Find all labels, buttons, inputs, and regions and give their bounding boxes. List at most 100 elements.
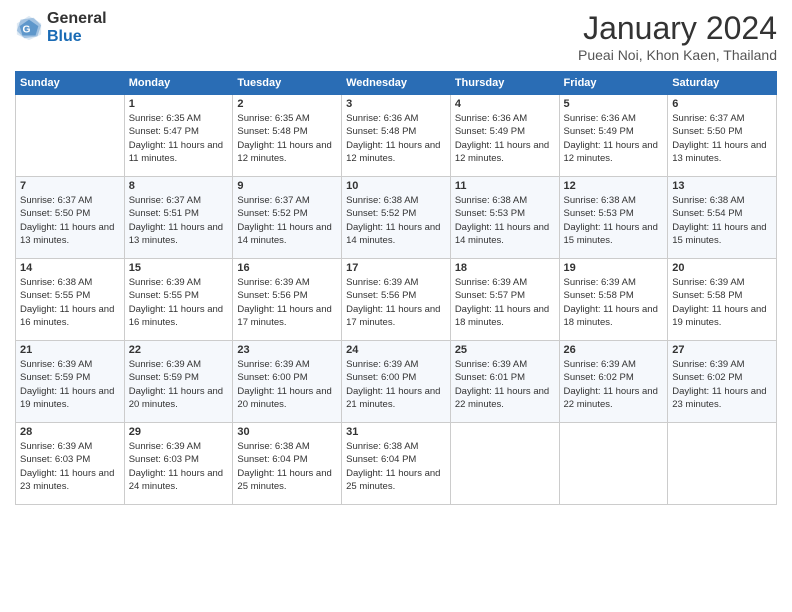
day-info: Sunrise: 6:39 AMSunset: 6:03 PMDaylight:…	[129, 440, 229, 493]
day-info: Sunrise: 6:37 AMSunset: 5:51 PMDaylight:…	[129, 194, 229, 247]
calendar-cell: 5 Sunrise: 6:36 AMSunset: 5:49 PMDaylight…	[559, 95, 668, 177]
day-number: 25	[455, 344, 555, 356]
logo-general: General	[47, 10, 107, 28]
day-number: 2	[237, 98, 337, 110]
calendar-cell: 2 Sunrise: 6:35 AMSunset: 5:48 PMDaylight…	[233, 95, 342, 177]
weekday-header: Sunday	[16, 72, 125, 95]
weekday-header: Tuesday	[233, 72, 342, 95]
day-info: Sunrise: 6:39 AMSunset: 5:56 PMDaylight:…	[237, 276, 337, 329]
calendar-cell: 16 Sunrise: 6:39 AMSunset: 5:56 PMDayligh…	[233, 259, 342, 341]
calendar-cell	[16, 95, 125, 177]
day-number: 16	[237, 262, 337, 274]
day-info: Sunrise: 6:38 AMSunset: 6:04 PMDaylight:…	[237, 440, 337, 493]
calendar-cell: 23Sunrise: 6:39 AMSunset: 6:00 PMDayligh…	[233, 341, 342, 423]
day-number: 13	[672, 180, 772, 192]
calendar-cell: 19Sunrise: 6:39 AMSunset: 5:58 PMDayligh…	[559, 259, 668, 341]
week-row: 28 Sunrise: 6:39 AMSunset: 6:03 PMDayligh…	[16, 423, 777, 505]
logo-icon: G	[15, 14, 43, 42]
calendar-cell: 3Sunrise: 6:36 AMSunset: 5:48 PMDaylight…	[342, 95, 451, 177]
day-info: Sunrise: 6:36 AMSunset: 5:49 PMDaylight:…	[564, 112, 664, 165]
logo-text: General Blue	[47, 10, 107, 45]
weekday-header-row: SundayMondayTuesdayWednesdayThursdayFrid…	[16, 72, 777, 95]
day-info: Sunrise: 6:39 AMSunset: 6:01 PMDaylight:…	[455, 358, 555, 411]
week-row: 7 Sunrise: 6:37 AMSunset: 5:50 PMDaylight…	[16, 177, 777, 259]
weekday-header: Wednesday	[342, 72, 451, 95]
day-number: 5	[564, 98, 664, 110]
day-info: Sunrise: 6:36 AMSunset: 5:49 PMDaylight:…	[455, 112, 555, 165]
calendar-cell: 15 Sunrise: 6:39 AMSunset: 5:55 PMDayligh…	[124, 259, 233, 341]
day-number: 14	[20, 262, 120, 274]
day-number: 24	[346, 344, 446, 356]
day-number: 17	[346, 262, 446, 274]
calendar-cell: 10 Sunrise: 6:38 AMSunset: 5:52 PMDayligh…	[342, 177, 451, 259]
weekday-header: Thursday	[450, 72, 559, 95]
day-info: Sunrise: 6:38 AMSunset: 5:55 PMDaylight:…	[20, 276, 120, 329]
logo-blue: Blue	[47, 28, 107, 46]
day-number: 3	[346, 98, 446, 110]
calendar-page: G General Blue January 2024 Pueai Noi, K…	[0, 0, 792, 612]
calendar-cell: 26Sunrise: 6:39 AMSunset: 6:02 PMDayligh…	[559, 341, 668, 423]
calendar-cell: 28 Sunrise: 6:39 AMSunset: 6:03 PMDayligh…	[16, 423, 125, 505]
day-number: 8	[129, 180, 229, 192]
calendar-cell: 9 Sunrise: 6:37 AMSunset: 5:52 PMDaylight…	[233, 177, 342, 259]
day-info: Sunrise: 6:39 AMSunset: 6:00 PMDaylight:…	[237, 358, 337, 411]
day-info: Sunrise: 6:39 AMSunset: 5:59 PMDaylight:…	[129, 358, 229, 411]
day-number: 30	[237, 426, 337, 438]
day-info: Sunrise: 6:38 AMSunset: 5:52 PMDaylight:…	[346, 194, 446, 247]
day-info: Sunrise: 6:38 AMSunset: 5:53 PMDaylight:…	[564, 194, 664, 247]
day-number: 18	[455, 262, 555, 274]
calendar-cell: 7 Sunrise: 6:37 AMSunset: 5:50 PMDaylight…	[16, 177, 125, 259]
day-number: 12	[564, 180, 664, 192]
header: G General Blue January 2024 Pueai Noi, K…	[15, 10, 777, 63]
calendar-cell	[668, 423, 777, 505]
day-number: 27	[672, 344, 772, 356]
calendar-cell: 24 Sunrise: 6:39 AMSunset: 6:00 PMDayligh…	[342, 341, 451, 423]
day-info: Sunrise: 6:39 AMSunset: 6:03 PMDaylight:…	[20, 440, 120, 493]
day-number: 11	[455, 180, 555, 192]
calendar-table: SundayMondayTuesdayWednesdayThursdayFrid…	[15, 71, 777, 505]
day-info: Sunrise: 6:35 AMSunset: 5:48 PMDaylight:…	[237, 112, 337, 165]
calendar-cell: 13Sunrise: 6:38 AMSunset: 5:54 PMDayligh…	[668, 177, 777, 259]
day-info: Sunrise: 6:38 AMSunset: 5:53 PMDaylight:…	[455, 194, 555, 247]
day-number: 28	[20, 426, 120, 438]
day-info: Sunrise: 6:39 AMSunset: 5:55 PMDaylight:…	[129, 276, 229, 329]
calendar-cell: 31 Sunrise: 6:38 AMSunset: 6:04 PMDayligh…	[342, 423, 451, 505]
day-info: Sunrise: 6:37 AMSunset: 5:52 PMDaylight:…	[237, 194, 337, 247]
day-number: 19	[564, 262, 664, 274]
day-number: 1	[129, 98, 229, 110]
day-number: 15	[129, 262, 229, 274]
calendar-cell: 4 Sunrise: 6:36 AMSunset: 5:49 PMDaylight…	[450, 95, 559, 177]
svg-text:G: G	[22, 24, 30, 35]
day-number: 21	[20, 344, 120, 356]
day-info: Sunrise: 6:37 AMSunset: 5:50 PMDaylight:…	[672, 112, 772, 165]
day-number: 6	[672, 98, 772, 110]
calendar-cell: 25 Sunrise: 6:39 AMSunset: 6:01 PMDayligh…	[450, 341, 559, 423]
calendar-cell: 18 Sunrise: 6:39 AMSunset: 5:57 PMDayligh…	[450, 259, 559, 341]
week-row: 14 Sunrise: 6:38 AMSunset: 5:55 PMDayligh…	[16, 259, 777, 341]
calendar-cell: 8 Sunrise: 6:37 AMSunset: 5:51 PMDaylight…	[124, 177, 233, 259]
day-info: Sunrise: 6:39 AMSunset: 5:59 PMDaylight:…	[20, 358, 120, 411]
weekday-header: Monday	[124, 72, 233, 95]
calendar-cell: 20Sunrise: 6:39 AMSunset: 5:58 PMDayligh…	[668, 259, 777, 341]
day-info: Sunrise: 6:39 AMSunset: 6:00 PMDaylight:…	[346, 358, 446, 411]
title-block: January 2024 Pueai Noi, Khon Kaen, Thail…	[578, 10, 777, 63]
calendar-cell	[559, 423, 668, 505]
day-info: Sunrise: 6:39 AMSunset: 5:57 PMDaylight:…	[455, 276, 555, 329]
day-number: 31	[346, 426, 446, 438]
day-info: Sunrise: 6:38 AMSunset: 6:04 PMDaylight:…	[346, 440, 446, 493]
calendar-cell: 1 Sunrise: 6:35 AMSunset: 5:47 PMDaylight…	[124, 95, 233, 177]
day-number: 22	[129, 344, 229, 356]
calendar-cell: 29Sunrise: 6:39 AMSunset: 6:03 PMDayligh…	[124, 423, 233, 505]
location-subtitle: Pueai Noi, Khon Kaen, Thailand	[578, 47, 777, 63]
month-title: January 2024	[578, 10, 777, 47]
day-number: 4	[455, 98, 555, 110]
calendar-cell: 30 Sunrise: 6:38 AMSunset: 6:04 PMDayligh…	[233, 423, 342, 505]
calendar-cell: 21 Sunrise: 6:39 AMSunset: 5:59 PMDayligh…	[16, 341, 125, 423]
calendar-cell: 22 Sunrise: 6:39 AMSunset: 5:59 PMDayligh…	[124, 341, 233, 423]
day-number: 10	[346, 180, 446, 192]
day-number: 7	[20, 180, 120, 192]
logo: G General Blue	[15, 10, 107, 45]
day-number: 9	[237, 180, 337, 192]
day-info: Sunrise: 6:35 AMSunset: 5:47 PMDaylight:…	[129, 112, 229, 165]
day-info: Sunrise: 6:37 AMSunset: 5:50 PMDaylight:…	[20, 194, 120, 247]
